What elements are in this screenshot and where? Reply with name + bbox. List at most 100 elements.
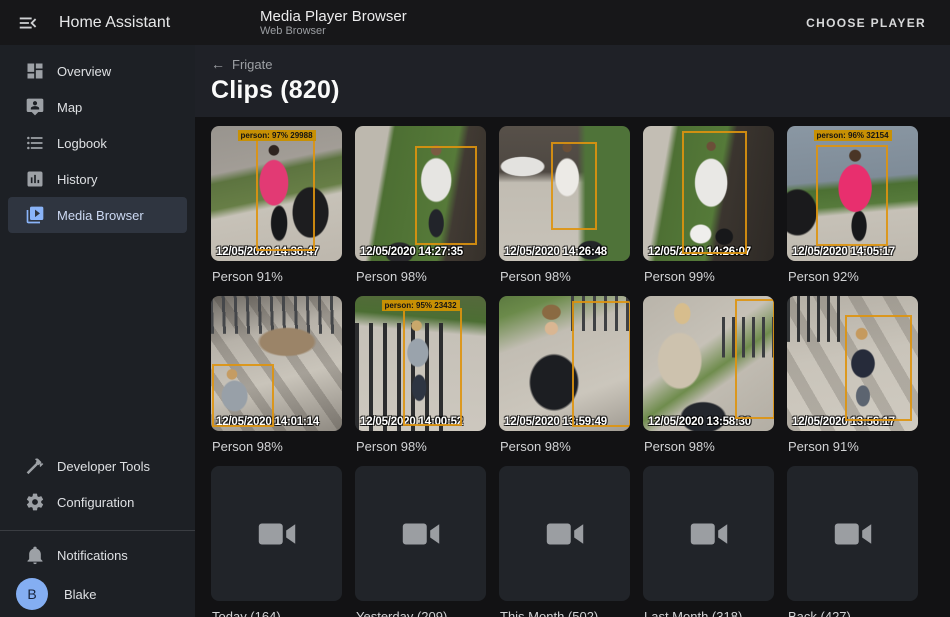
video-camera-icon: [254, 511, 300, 557]
clip-card[interactable]: 12/05/2020 13:58:30: [643, 296, 774, 431]
clip-card[interactable]: person: 95% 23432 12/05/2020 14:00:52: [355, 296, 486, 431]
sidebar-item-map[interactable]: Map: [8, 89, 187, 125]
sidebar-nav-bottom: Developer Tools Configuration: [0, 448, 195, 520]
folder-card[interactable]: [499, 466, 630, 601]
folder-label: Yesterday (209): [356, 609, 485, 617]
clip-label: Person 98%: [500, 439, 629, 454]
clip-cell: 12/05/2020 14:01:14 Person 98%: [211, 296, 342, 466]
clip-timestamp: 12/05/2020 14:05:17: [792, 246, 895, 258]
page-title: Media Player Browser: [260, 8, 800, 25]
folder-card[interactable]: [643, 466, 774, 601]
play-box-multiple-icon: [25, 205, 45, 225]
choose-player-button[interactable]: CHOOSE PLAYER: [800, 15, 932, 31]
breadcrumb-label: Frigate: [232, 57, 272, 72]
sidebar-item-notifications[interactable]: Notifications: [8, 537, 187, 573]
page-title-block: Media Player Browser Web Browser: [260, 8, 800, 38]
clip-cell: 12/05/2020 13:58:30 Person 98%: [643, 296, 774, 466]
page-subtitle: Web Browser: [260, 25, 800, 38]
folder-label: Today (164): [212, 609, 341, 617]
sidebar: Overview Map Logbook History Media Brows…: [0, 45, 195, 617]
sidebar-spacer: [0, 233, 195, 448]
clip-label: Person 98%: [644, 439, 773, 454]
sidebar-nav: Overview Map Logbook History Media Brows…: [0, 53, 195, 233]
folder-cell: Back (427): [787, 466, 918, 617]
clip-timestamp: 12/05/2020 14:26:07: [648, 246, 751, 258]
clip-card[interactable]: person: 96% 32154 12/05/2020 14:05:17: [787, 126, 918, 261]
notifications-label: Notifications: [57, 548, 128, 563]
sidebar-item-logbook[interactable]: Logbook: [8, 125, 187, 161]
gear-icon: [25, 492, 45, 512]
clip-timestamp: 12/05/2020 14:00:52: [360, 416, 463, 428]
view-dashboard-icon: [25, 61, 45, 81]
sidebar-item-configuration[interactable]: Configuration: [8, 484, 187, 520]
clip-cell: 12/05/2020 13:59:49 Person 98%: [499, 296, 630, 466]
folder-card[interactable]: [355, 466, 486, 601]
clip-label: Person 98%: [212, 439, 341, 454]
folder-cell: Last Month (318): [643, 466, 774, 617]
bell-icon: [25, 545, 45, 565]
tooltip-account-icon: [25, 97, 45, 117]
clip-label: Person 98%: [356, 439, 485, 454]
folder-label: This Month (502): [500, 609, 629, 617]
clip-card[interactable]: 12/05/2020 13:56:17: [787, 296, 918, 431]
sidebar-item-developer-tools[interactable]: Developer Tools: [8, 448, 187, 484]
video-camera-icon: [398, 511, 444, 557]
clip-label: Person 91%: [212, 269, 341, 284]
folder-label: Last Month (318): [644, 609, 773, 617]
clip-cell: person: 95% 23432 12/05/2020 14:00:52 Pe…: [355, 296, 486, 466]
list-bulleted-icon: [25, 133, 45, 153]
top-bar: Home Assistant Media Player Browser Web …: [0, 0, 950, 45]
clip-cell: person: 96% 32154 12/05/2020 14:05:17 Pe…: [787, 126, 918, 296]
video-camera-icon: [830, 511, 876, 557]
page-heading: Clips (820): [211, 76, 950, 105]
clips-grid: person: 97% 29988 12/05/2020 14:36:47 Pe…: [195, 117, 950, 617]
clip-timestamp: 12/05/2020 14:26:48: [504, 246, 607, 258]
content-header: ← Frigate Clips (820): [195, 45, 950, 117]
clip-timestamp: 12/05/2020 14:01:14: [216, 416, 319, 428]
clip-card[interactable]: 12/05/2020 14:26:07: [643, 126, 774, 261]
sidebar-item-overview[interactable]: Overview: [8, 53, 187, 89]
menu-toggle-icon[interactable]: [17, 12, 39, 34]
clip-timestamp: 12/05/2020 13:58:30: [648, 416, 751, 428]
clip-cell: 12/05/2020 14:27:35 Person 98%: [355, 126, 486, 296]
clip-cell: person: 97% 29988 12/05/2020 14:36:47 Pe…: [211, 126, 342, 296]
folder-cell: Today (164): [211, 466, 342, 617]
clip-label: Person 91%: [788, 439, 917, 454]
back-arrow-icon: ←: [211, 58, 225, 71]
detection-label: person: 96% 32154: [813, 130, 891, 141]
clip-label: Person 99%: [644, 269, 773, 284]
video-camera-icon: [686, 511, 732, 557]
breadcrumb-back[interactable]: ← Frigate: [211, 45, 272, 72]
detection-label: person: 97% 29988: [237, 130, 315, 141]
clip-card[interactable]: 12/05/2020 13:59:49: [499, 296, 630, 431]
folder-label: Back (427): [788, 609, 917, 617]
clip-timestamp: 12/05/2020 13:56:17: [792, 416, 895, 428]
clip-card[interactable]: 12/05/2020 14:27:35: [355, 126, 486, 261]
clip-cell: 12/05/2020 14:26:48 Person 98%: [499, 126, 630, 296]
folder-card[interactable]: [787, 466, 918, 601]
avatar: B: [16, 578, 48, 610]
video-camera-icon: [542, 511, 588, 557]
clip-label: Person 98%: [356, 269, 485, 284]
clip-cell: 12/05/2020 13:56:17 Person 91%: [787, 296, 918, 466]
sidebar-item-media-browser[interactable]: Media Browser: [8, 197, 187, 233]
hammer-icon: [25, 456, 45, 476]
clip-card[interactable]: 12/05/2020 14:26:48: [499, 126, 630, 261]
profile-name: Blake: [64, 587, 97, 602]
app-title: Home Assistant: [59, 14, 170, 32]
clip-card[interactable]: person: 97% 29988 12/05/2020 14:36:47: [211, 126, 342, 261]
chart-box-icon: [25, 169, 45, 189]
folder-cell: This Month (502): [499, 466, 630, 617]
clip-card[interactable]: 12/05/2020 14:01:14: [211, 296, 342, 431]
sidebar-item-history[interactable]: History: [8, 161, 187, 197]
detection-label: person: 95% 23432: [381, 300, 459, 311]
folder-cell: Yesterday (209): [355, 466, 486, 617]
clip-cell: 12/05/2020 14:26:07 Person 99%: [643, 126, 774, 296]
sidebar-item-profile[interactable]: B Blake: [8, 573, 187, 615]
app-window: Home Assistant Media Player Browser Web …: [0, 0, 950, 617]
sidebar-header: Home Assistant: [0, 12, 195, 34]
clip-timestamp: 12/05/2020 14:27:35: [360, 246, 463, 258]
clip-label: Person 92%: [788, 269, 917, 284]
clip-timestamp: 12/05/2020 13:59:49: [504, 416, 607, 428]
folder-card[interactable]: [211, 466, 342, 601]
